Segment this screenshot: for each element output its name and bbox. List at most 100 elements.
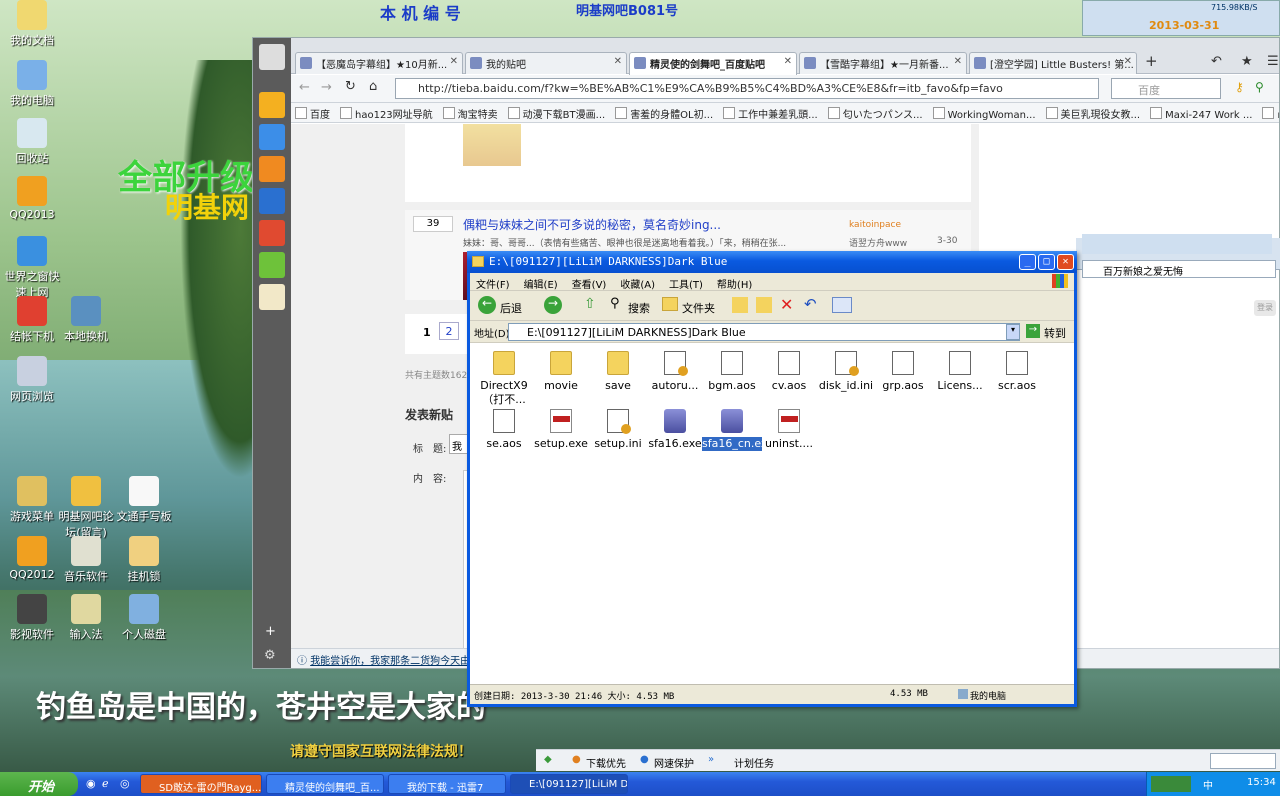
download-priority-button[interactable]: 下载优先 — [586, 755, 626, 770]
app-7-icon[interactable] — [259, 188, 285, 214]
gear-icon[interactable]: ⚙ — [264, 648, 276, 663]
bookmark-item[interactable]: 匂いたつパンス... — [828, 106, 923, 121]
file-item[interactable]: sfa16.exe — [645, 407, 705, 451]
bookmark-item[interactable]: 工作中兼差乳頭... — [723, 106, 818, 121]
desktop-icon[interactable]: 音乐软件 — [54, 536, 118, 584]
favorites-star-icon[interactable] — [259, 92, 285, 118]
page-2[interactable]: 2 — [439, 322, 459, 340]
tab-2[interactable]: 我的贴吧 ✕ — [465, 52, 627, 74]
desktop-icon[interactable]: 回收站 — [0, 118, 64, 166]
bookmark-item[interactable]: 百度 — [295, 106, 330, 121]
chevron-right-icon[interactable]: » — [708, 754, 714, 765]
new-tab-icon[interactable]: + — [1145, 52, 1158, 70]
taskbar-button-browser[interactable]: 精灵使的剑舞吧_百... — [266, 774, 384, 794]
file-item[interactable]: sfa16_cn.exe.exe — [702, 407, 797, 451]
undo-icon[interactable]: ↶ — [804, 295, 817, 313]
chevron-down-icon[interactable]: ▾ — [1006, 324, 1020, 340]
file-item[interactable]: movie — [531, 349, 591, 393]
menu-file[interactable]: 文件(F) — [476, 280, 510, 291]
post-author[interactable]: kaitoinpace — [849, 220, 901, 230]
file-item[interactable]: bgm.aos — [702, 349, 762, 393]
close-icon[interactable]: ✕ — [450, 56, 458, 67]
tab-4[interactable]: 【雪酷字幕组】★一月新番... ✕ — [799, 52, 967, 74]
folders-button[interactable]: 文件夹 — [682, 300, 715, 316]
go-arrow-icon[interactable]: → — [1026, 324, 1040, 338]
quicklaunch-icon[interactable]: ◉ — [86, 777, 96, 790]
move-to-icon[interactable] — [732, 297, 748, 313]
desktop-icon[interactable]: 我的电脑 — [0, 60, 64, 108]
arrow-icon[interactable]: ◆ — [544, 754, 552, 765]
file-item[interactable]: setup.exe — [531, 407, 591, 451]
file-item[interactable]: grp.aos — [873, 349, 933, 393]
close-icon[interactable]: ✕ — [614, 56, 622, 67]
menu-tools[interactable]: 工具(T) — [669, 280, 703, 291]
status-text[interactable]: 我能尝诉你，我家那条二货狗今天由于... — [310, 656, 490, 667]
up-folder-icon[interactable]: ⇧ — [584, 296, 596, 312]
login-button[interactable]: 登录 — [1254, 300, 1276, 316]
delete-icon[interactable]: ✕ — [780, 295, 793, 314]
bookmark-item[interactable]: 害羞的身體OL初... — [615, 106, 713, 121]
post-title[interactable]: 偶粑与妹妹之间不可多说的秘密，莫名奇妙ing... — [463, 216, 721, 233]
last-reply-user[interactable]: 语翌方舟www — [849, 236, 907, 249]
tab-1[interactable]: 【恶魔岛字幕组】★10月新... ✕ — [295, 52, 463, 74]
file-item[interactable]: autoru... — [645, 349, 705, 393]
bookmark-item[interactable]: WorkingWoman... — [933, 107, 1036, 121]
desktop-icon[interactable]: 输入法 — [54, 594, 118, 642]
add-icon[interactable]: + — [265, 624, 276, 639]
search-button[interactable]: 搜索 — [628, 300, 650, 316]
minimize-button[interactable]: _ — [1019, 254, 1036, 270]
copy-to-icon[interactable] — [756, 297, 772, 313]
folders-icon[interactable] — [662, 297, 678, 311]
undo-icon[interactable]: ↶ — [1211, 54, 1222, 69]
search-icon[interactable]: ⚲ — [1255, 80, 1264, 94]
tab-3-active[interactable]: 精灵使的剑舞吧_百度贴吧 ✕ — [629, 52, 797, 75]
file-item[interactable]: DirectX9（打不... — [474, 349, 534, 407]
url-input[interactable]: http://tieba.baidu.com/f?kw=%BE%AB%C1%E9… — [395, 78, 1099, 99]
refresh-icon[interactable]: ↻ — [345, 79, 356, 94]
page-1[interactable]: 1 — [423, 326, 431, 339]
desktop-icon[interactable]: 我的文档 — [0, 0, 64, 48]
smiley-icon[interactable] — [259, 252, 285, 278]
search-input[interactable]: 百度 — [1111, 78, 1221, 99]
speed-protect-button[interactable]: 网速保护 — [654, 755, 694, 770]
bookmark-item[interactable]: maxi - Torrent K — [1262, 107, 1279, 121]
panel-search-input[interactable]: 百万新娘之爱无悔 — [1082, 260, 1276, 278]
file-item[interactable]: setup.ini — [588, 407, 648, 451]
file-item[interactable]: se.aos — [474, 407, 534, 451]
weibo-icon[interactable] — [259, 220, 285, 246]
menu-view[interactable]: 查看(V) — [572, 280, 607, 291]
avatar[interactable] — [259, 44, 285, 70]
desktop-icon[interactable]: 本地换机 — [54, 296, 118, 344]
file-item[interactable]: Licens... — [930, 349, 990, 393]
menu-favorites[interactable]: 收藏(A) — [620, 280, 655, 291]
home-icon[interactable]: ⌂ — [369, 79, 377, 94]
rss-icon[interactable] — [259, 156, 285, 182]
close-button[interactable]: ✕ — [1057, 254, 1074, 270]
close-icon[interactable]: ✕ — [784, 56, 792, 67]
menu-edit[interactable]: 编辑(E) — [524, 280, 558, 291]
desktop-icon[interactable]: 世界之窗快速上网 — [0, 236, 64, 300]
menu-icon[interactable]: ☰ — [1267, 54, 1279, 69]
bookmark-item[interactable]: 淘宝特卖 — [443, 106, 498, 121]
taskbar-button-thunder[interactable]: 我的下载 - 迅雷7 — [388, 774, 506, 794]
back-button[interactable]: 后退 — [500, 300, 522, 316]
key-icon[interactable]: ⚷ — [1235, 80, 1244, 94]
file-item[interactable]: disk_id.ini — [816, 349, 876, 393]
desktop-icon[interactable]: 明基网吧论坛(留言) — [54, 476, 118, 540]
ime-bar[interactable] — [1210, 753, 1276, 769]
ime-indicator[interactable]: 中 — [1203, 777, 1213, 792]
desktop-icon[interactable]: 个人磁盘 — [112, 594, 176, 642]
bookmark-item[interactable]: Maxi-247 Work ... — [1150, 107, 1252, 121]
notepad-icon[interactable] — [259, 284, 285, 310]
search-icon[interactable]: ⚲ — [610, 296, 620, 311]
desktop-icon[interactable]: QQ2013 — [0, 176, 64, 221]
bookmark-item[interactable]: hao123网址导航 — [340, 106, 433, 121]
ie-icon[interactable]: ℯ — [102, 777, 109, 790]
file-item[interactable]: cv.aos — [759, 349, 819, 393]
favorite-star-icon[interactable]: ★ — [1241, 54, 1253, 69]
address-input[interactable]: E:\[091127][LiLiM DARKNESS]Dark Blue — [508, 323, 1020, 341]
title-input[interactable]: 我的 — [449, 434, 469, 454]
start-button[interactable]: 开始 — [0, 772, 78, 796]
download-icon[interactable] — [259, 124, 285, 150]
maximize-button[interactable]: □ — [1038, 254, 1055, 270]
